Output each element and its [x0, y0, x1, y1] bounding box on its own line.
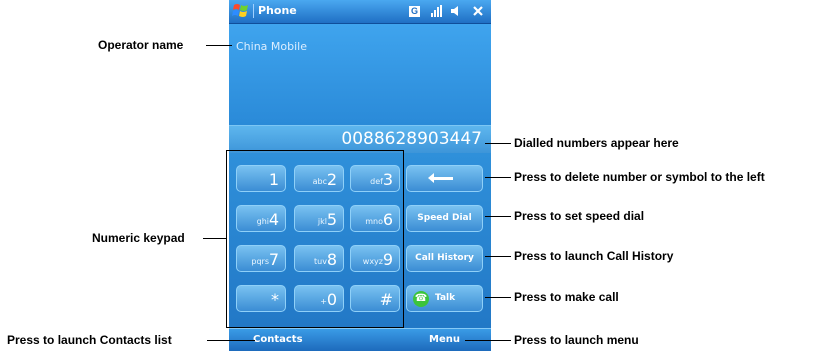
- speed-dial-button[interactable]: Speed Dial: [406, 205, 483, 232]
- leader-line: [485, 297, 511, 298]
- app-title: Phone: [258, 4, 297, 17]
- soft-key-bar: Contacts Menu: [229, 328, 491, 351]
- speaker-volume-icon[interactable]: [449, 4, 463, 18]
- annotation-delete: Press to delete number or symbol to the …: [514, 170, 765, 184]
- leader-line: [206, 45, 232, 46]
- backspace-arrow-icon: [428, 173, 453, 183]
- leader-line: [203, 238, 226, 239]
- annotation-contacts: Press to launch Contacts list: [7, 333, 172, 347]
- talk-label: Talk: [435, 293, 456, 303]
- title-bar: Phone G: [229, 0, 491, 24]
- leader-line: [465, 340, 511, 341]
- dialled-number-bar: 0088628903447: [229, 125, 491, 153]
- close-icon[interactable]: [471, 4, 485, 18]
- annotation-call-history: Press to launch Call History: [514, 249, 674, 263]
- annotation-numeric-keypad: Numeric keypad: [92, 231, 185, 245]
- contacts-softkey[interactable]: Contacts: [253, 334, 303, 345]
- annotation-dialled: Dialled numbers appear here: [514, 136, 679, 150]
- talk-button[interactable]: ☎ Talk: [406, 285, 483, 312]
- leader-line: [485, 256, 511, 257]
- leader-line: [485, 177, 511, 178]
- leader-line: [485, 143, 511, 144]
- call-history-button[interactable]: Call History: [406, 245, 483, 272]
- leader-line: [207, 340, 255, 341]
- dialled-number: 0088628903447: [341, 129, 482, 149]
- signal-strength-icon[interactable]: [430, 4, 444, 18]
- keypad-bracket: [226, 150, 404, 328]
- windows-start-icon[interactable]: [232, 2, 250, 20]
- menu-softkey[interactable]: Menu: [429, 334, 460, 345]
- keyboard-indicator-icon[interactable]: G: [409, 6, 420, 17]
- annotation-menu: Press to launch menu: [514, 333, 639, 347]
- phone-handset-icon: ☎: [413, 291, 429, 307]
- annotation-talk: Press to make call: [514, 290, 619, 304]
- backspace-button[interactable]: [406, 165, 483, 192]
- annotation-operator-name: Operator name: [98, 38, 184, 52]
- title-separator: [253, 4, 254, 18]
- annotation-speed-dial: Press to set speed dial: [514, 209, 645, 223]
- leader-line: [485, 216, 511, 217]
- operator-name: China Mobile: [236, 40, 308, 53]
